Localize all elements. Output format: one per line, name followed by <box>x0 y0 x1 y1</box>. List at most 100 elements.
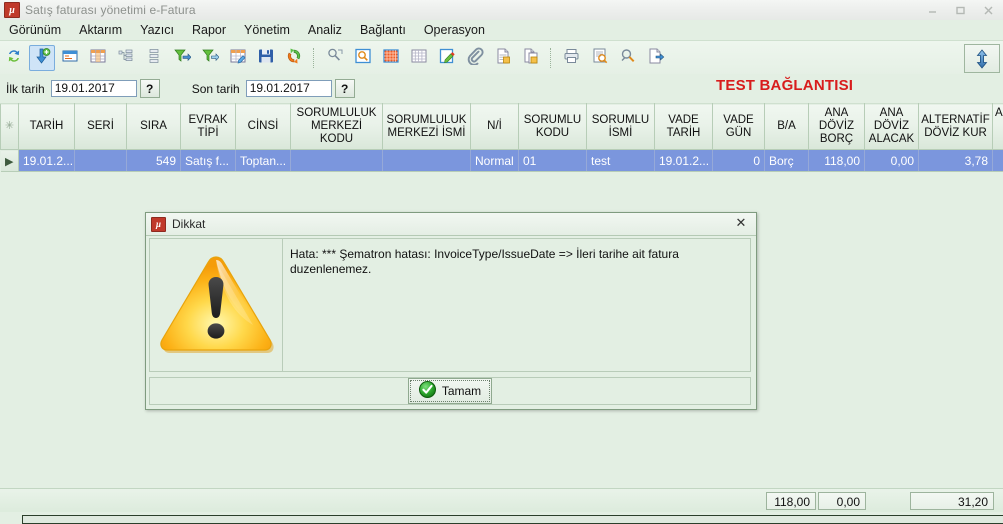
grid-column-header[interactable]: EVRAK TİPİ <box>180 103 236 150</box>
status-total-field: 0,00 <box>818 492 866 510</box>
table-cell[interactable]: Toptan... <box>235 149 291 172</box>
grid-header-indicator: ✳ <box>0 103 19 150</box>
grid-column-header[interactable]: TARİH <box>18 103 75 150</box>
menu-aktarim[interactable]: Aktarım <box>70 21 131 39</box>
app-mu-icon: μ <box>4 2 20 18</box>
grid-column-header[interactable]: VADE GÜN <box>712 103 765 150</box>
horizontal-scrollbar[interactable] <box>22 515 1003 524</box>
attachment-button[interactable] <box>462 45 488 71</box>
toolbar-separator <box>550 47 553 68</box>
table-cell[interactable]: 3,78 <box>918 149 993 172</box>
dialog-message-pane: Hata: *** Şematron hatası: InvoiceType/I… <box>282 238 751 372</box>
grid-column-header[interactable]: SERİ <box>74 103 127 150</box>
maximize-button[interactable] <box>947 1 973 19</box>
grid-column-header[interactable]: N/İ <box>470 103 519 150</box>
title-bar: μ Satış faturası yönetimi e-Fatura <box>0 0 1003 21</box>
menu-baglanti[interactable]: Bağlantı <box>351 21 415 39</box>
first-date-help-button[interactable]: ? <box>139 79 160 98</box>
table-cell[interactable]: 01 <box>518 149 587 172</box>
print-button[interactable] <box>559 45 585 71</box>
menu-operasyon[interactable]: Operasyon <box>415 21 494 39</box>
table-cell[interactable]: 549 <box>126 149 181 172</box>
table-cell[interactable]: 19.01.2... <box>18 149 75 172</box>
last-date-help-button[interactable]: ? <box>334 79 355 98</box>
document-new-button[interactable] <box>490 45 516 71</box>
tree-view-icon <box>117 47 135 68</box>
menu-gorunum[interactable]: Görünüm <box>0 21 70 39</box>
menu-analiz[interactable]: Analiz <box>299 21 351 39</box>
save-button[interactable] <box>253 45 279 71</box>
table-cell[interactable]: 0 <box>712 149 765 172</box>
table-cell[interactable]: 118,00 <box>808 149 865 172</box>
insert-record-button[interactable] <box>29 44 55 71</box>
table-view-button[interactable] <box>85 45 111 71</box>
table-cell[interactable]: 19.01.2... <box>654 149 713 172</box>
menu-yazici[interactable]: Yazıcı <box>131 21 183 39</box>
filter-clear-icon <box>201 47 220 68</box>
search-tag-icon <box>326 47 344 68</box>
grid-column-header[interactable]: SORUMLU İSMİ <box>586 103 655 150</box>
export-button[interactable] <box>643 45 669 71</box>
grid-blank-button[interactable] <box>406 45 432 71</box>
table-cell[interactable]: Borç <box>764 149 809 172</box>
grid-column-header[interactable]: ALTERNATİF DÖVİZ KUR <box>918 103 993 150</box>
edit-note-button[interactable] <box>434 45 460 71</box>
grid-column-header[interactable]: SIRA <box>126 103 181 150</box>
undo-button[interactable] <box>281 45 307 71</box>
print-preview-button[interactable] <box>587 45 613 71</box>
table-cell[interactable] <box>382 149 471 172</box>
grid-column-header[interactable]: SORUMLULUK MERKEZİ KODU <box>290 103 383 150</box>
table-cell[interactable]: Satış f... <box>180 149 236 172</box>
grid-column-header[interactable]: ANA DÖVİZ ALACAK <box>864 103 919 150</box>
menu-rapor[interactable]: Rapor <box>183 21 235 39</box>
print-preview-icon <box>591 47 609 68</box>
test-connection-banner: TEST BAĞLANTISI <box>716 77 854 94</box>
list-view-icon <box>145 47 163 68</box>
table-cell[interactable]: 0,00 <box>864 149 919 172</box>
refresh-button[interactable] <box>1 45 27 71</box>
search-tag-button[interactable] <box>322 45 348 71</box>
refresh-icon <box>5 47 23 68</box>
close-button[interactable] <box>975 1 1001 19</box>
dialog-close-icon[interactable]: ✕ <box>734 215 748 230</box>
table-cell[interactable]: 31,20 <box>992 149 1003 172</box>
list-view-button[interactable] <box>141 45 167 71</box>
table-cell[interactable]: Normal <box>470 149 519 172</box>
table-cell[interactable] <box>290 149 383 172</box>
tree-view-button[interactable] <box>113 45 139 71</box>
page-setup-button[interactable] <box>615 45 641 71</box>
edit-note-icon <box>438 47 456 68</box>
grid-red-icon <box>382 47 400 68</box>
table-cell[interactable]: test <box>586 149 655 172</box>
filter-apply-button[interactable] <box>169 45 195 71</box>
toolbar <box>0 41 1003 75</box>
document-copy-button[interactable] <box>518 45 544 71</box>
sort-updown-button[interactable] <box>964 44 1000 73</box>
grid-column-header[interactable]: ANA DÖVİZ BORÇ <box>808 103 865 150</box>
last-date-label: Son tarih <box>191 81 240 96</box>
grid-column-header[interactable]: SORUMLULUK MERKEZİ İSMİ <box>382 103 471 150</box>
attachment-icon <box>466 47 484 68</box>
minimize-button[interactable] <box>919 1 945 19</box>
grid-column-header[interactable]: B/A <box>764 103 809 150</box>
ok-button[interactable]: Tamam <box>407 378 493 404</box>
grid-column-header[interactable]: SORUMLU KODU <box>518 103 587 150</box>
grid-column-header[interactable]: ALTERNATİFDÖVİZBORÇ <box>992 103 1003 150</box>
save-icon <box>257 47 275 68</box>
menu-yonetim[interactable]: Yönetim <box>235 21 299 39</box>
print-icon <box>563 47 581 68</box>
table-row[interactable]: ▶ 19.01.2... 549 Satış f... Toptan... Normal 0… <box>0 149 1003 172</box>
row-indicator: ▶ <box>0 149 19 172</box>
grid-column-header[interactable]: CİNSİ <box>235 103 291 150</box>
last-date-input[interactable] <box>245 80 332 97</box>
filter-clear-button[interactable] <box>197 45 223 71</box>
grid-header-row: ✳ TARİH SERİ SIRA EVRAK TİPİ CİNSİ SORUMLULUK ME… <box>0 103 1003 150</box>
grid-red-button[interactable] <box>378 45 404 71</box>
zoom-search-button[interactable] <box>350 45 376 71</box>
first-date-input[interactable] <box>50 80 137 97</box>
document-new-icon <box>494 47 512 68</box>
grid-column-header[interactable]: VADE TARİH <box>654 103 713 150</box>
card-view-button[interactable] <box>57 45 83 71</box>
table-cell[interactable] <box>74 149 127 172</box>
grid-edit-button[interactable] <box>225 45 251 71</box>
